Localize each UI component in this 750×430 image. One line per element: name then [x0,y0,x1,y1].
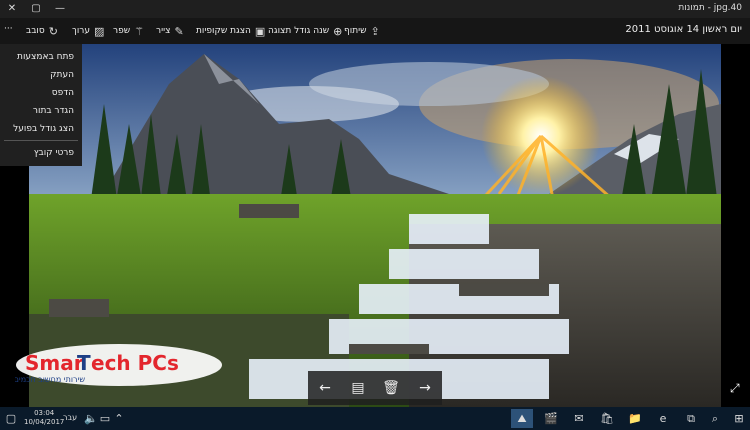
store-icon: 🛍 [600,412,614,425]
edge-icon: e [659,412,667,425]
svg-text:שירותי מחשוב חכמים: שירותי מחשוב חכמים [15,375,85,384]
search-button[interactable]: ⌕ [704,409,726,428]
show-hidden-icons-icon[interactable]: ⌃ [108,409,130,428]
trash-icon: 🗑 [382,380,400,396]
magic-wand-icon: ⚚ [134,24,144,38]
edit-button[interactable]: ערוך ▨ [72,22,104,40]
menu-item-set-as[interactable]: הגדר בתור [33,106,74,116]
comment-button[interactable]: ▤ [347,377,369,399]
windows-icon: ⊞ [734,412,744,425]
rotate-button[interactable]: סובב ↻ [26,22,58,40]
share-icon: ⇪ [370,24,380,38]
menu-divider [4,140,78,141]
photo-toolbar: ··· סובב ↻ ערוך ▨ שפר ⚚ צייר ✎ הצגת שקופ… [0,18,750,44]
svg-text:T: T [77,351,91,375]
rotate-label: סובב [26,26,45,36]
taskbar: ▢ 03:04 10/04/2017 עבר 🔈 ▭ ⌃ ⛰ 🎬 ✉ 🛍 📁 e… [0,407,750,430]
clock-time: 03:04 [34,409,55,417]
taskbar-file-explorer[interactable]: 📁 [624,409,646,428]
draw-label: צייר [156,26,171,36]
taskbar-movies-app[interactable]: 🎬 [540,409,562,428]
slideshow-button[interactable]: הצגת שקופיות ▣ [196,22,265,40]
fullscreen-icon[interactable]: ⤢ [730,381,740,396]
menu-item-actual-size[interactable]: הצג גודל בפועל [13,124,74,134]
maximize-window-button[interactable]: ▢ [24,0,48,18]
delete-button[interactable]: 🗑 [380,377,402,399]
taskbar-photos-app[interactable]: ⛰ [511,409,533,428]
system-clock[interactable]: 03:04 10/04/2017 [24,409,64,427]
menu-item-open-with[interactable]: פתח באמצעות [17,52,74,62]
smartech-logo: Smar T ech PCs שירותי מחשוב חכמים [15,344,222,386]
enhance-label: שפר [113,26,131,36]
search-icon: ⌕ [711,412,719,425]
clock-date: 10/04/2017 [24,418,65,426]
slideshow-label: הצגת שקופיות [196,26,251,36]
more-icon: ··· [4,24,13,34]
folder-icon: 📁 [628,412,642,425]
slideshow-icon: ▣ [254,24,266,38]
edit-image-icon: ▨ [94,24,105,38]
photo-navigation-bar: ← ▤ 🗑 → [308,371,442,405]
menu-item-copy[interactable]: העתק [50,70,74,80]
taskbar-edge-browser[interactable]: e [652,409,674,428]
pen-icon: ✎ [174,24,184,38]
mail-icon: ✉ [574,412,584,425]
menu-item-file-info[interactable]: פרטי קובץ [34,148,74,158]
more-options-menu: פתח באמצעות העתק הדפס הגדר בתור הצג גודל… [0,44,82,166]
edit-label: ערוך [72,26,90,36]
share-label: שיתוף [344,26,367,36]
minimize-window-button[interactable]: — [48,0,72,18]
rotate-icon: ↻ [48,24,58,38]
comment-icon: ▤ [351,380,365,396]
zoom-icon: ⊕ [333,24,343,38]
start-button[interactable]: ⊞ [728,409,750,428]
photos-icon: ⛰ [517,412,527,425]
svg-text:ech PCs: ech PCs [91,351,179,375]
zoom-button[interactable]: שנה גודל תצוגה ⊕ [268,22,342,40]
close-window-button[interactable]: ✕ [0,0,24,18]
enhance-button[interactable]: שפר ⚚ [113,22,144,40]
menu-item-print[interactable]: הדפס [52,88,74,98]
more-options-button[interactable]: ··· [4,20,13,38]
share-button[interactable]: שיתוף ⇪ [344,22,380,40]
film-icon: 🎬 [544,412,558,425]
task-view-button[interactable]: ⧉ [680,409,702,428]
draw-button[interactable]: צייר ✎ [156,22,184,40]
title-bar: ✕ ▢ — 40.jpg - תמונות [0,0,750,18]
photo-date: יום ראשון 14 אוגוסט 2011 [625,24,742,35]
taskbar-store-app[interactable]: 🛍 [596,409,618,428]
language-indicator[interactable]: עבר [63,413,77,422]
notification-icon[interactable]: ▢ [0,409,22,428]
taskbar-mail-app[interactable]: ✉ [568,409,590,428]
previous-photo-button[interactable]: ← [314,377,336,399]
svg-text:Smar: Smar [25,351,84,375]
task-view-icon: ⧉ [687,412,695,425]
zoom-label: שנה גודל תצוגה [268,26,330,36]
window-title: 40.jpg - תמונות [678,3,742,13]
next-photo-button[interactable]: → [414,377,436,399]
